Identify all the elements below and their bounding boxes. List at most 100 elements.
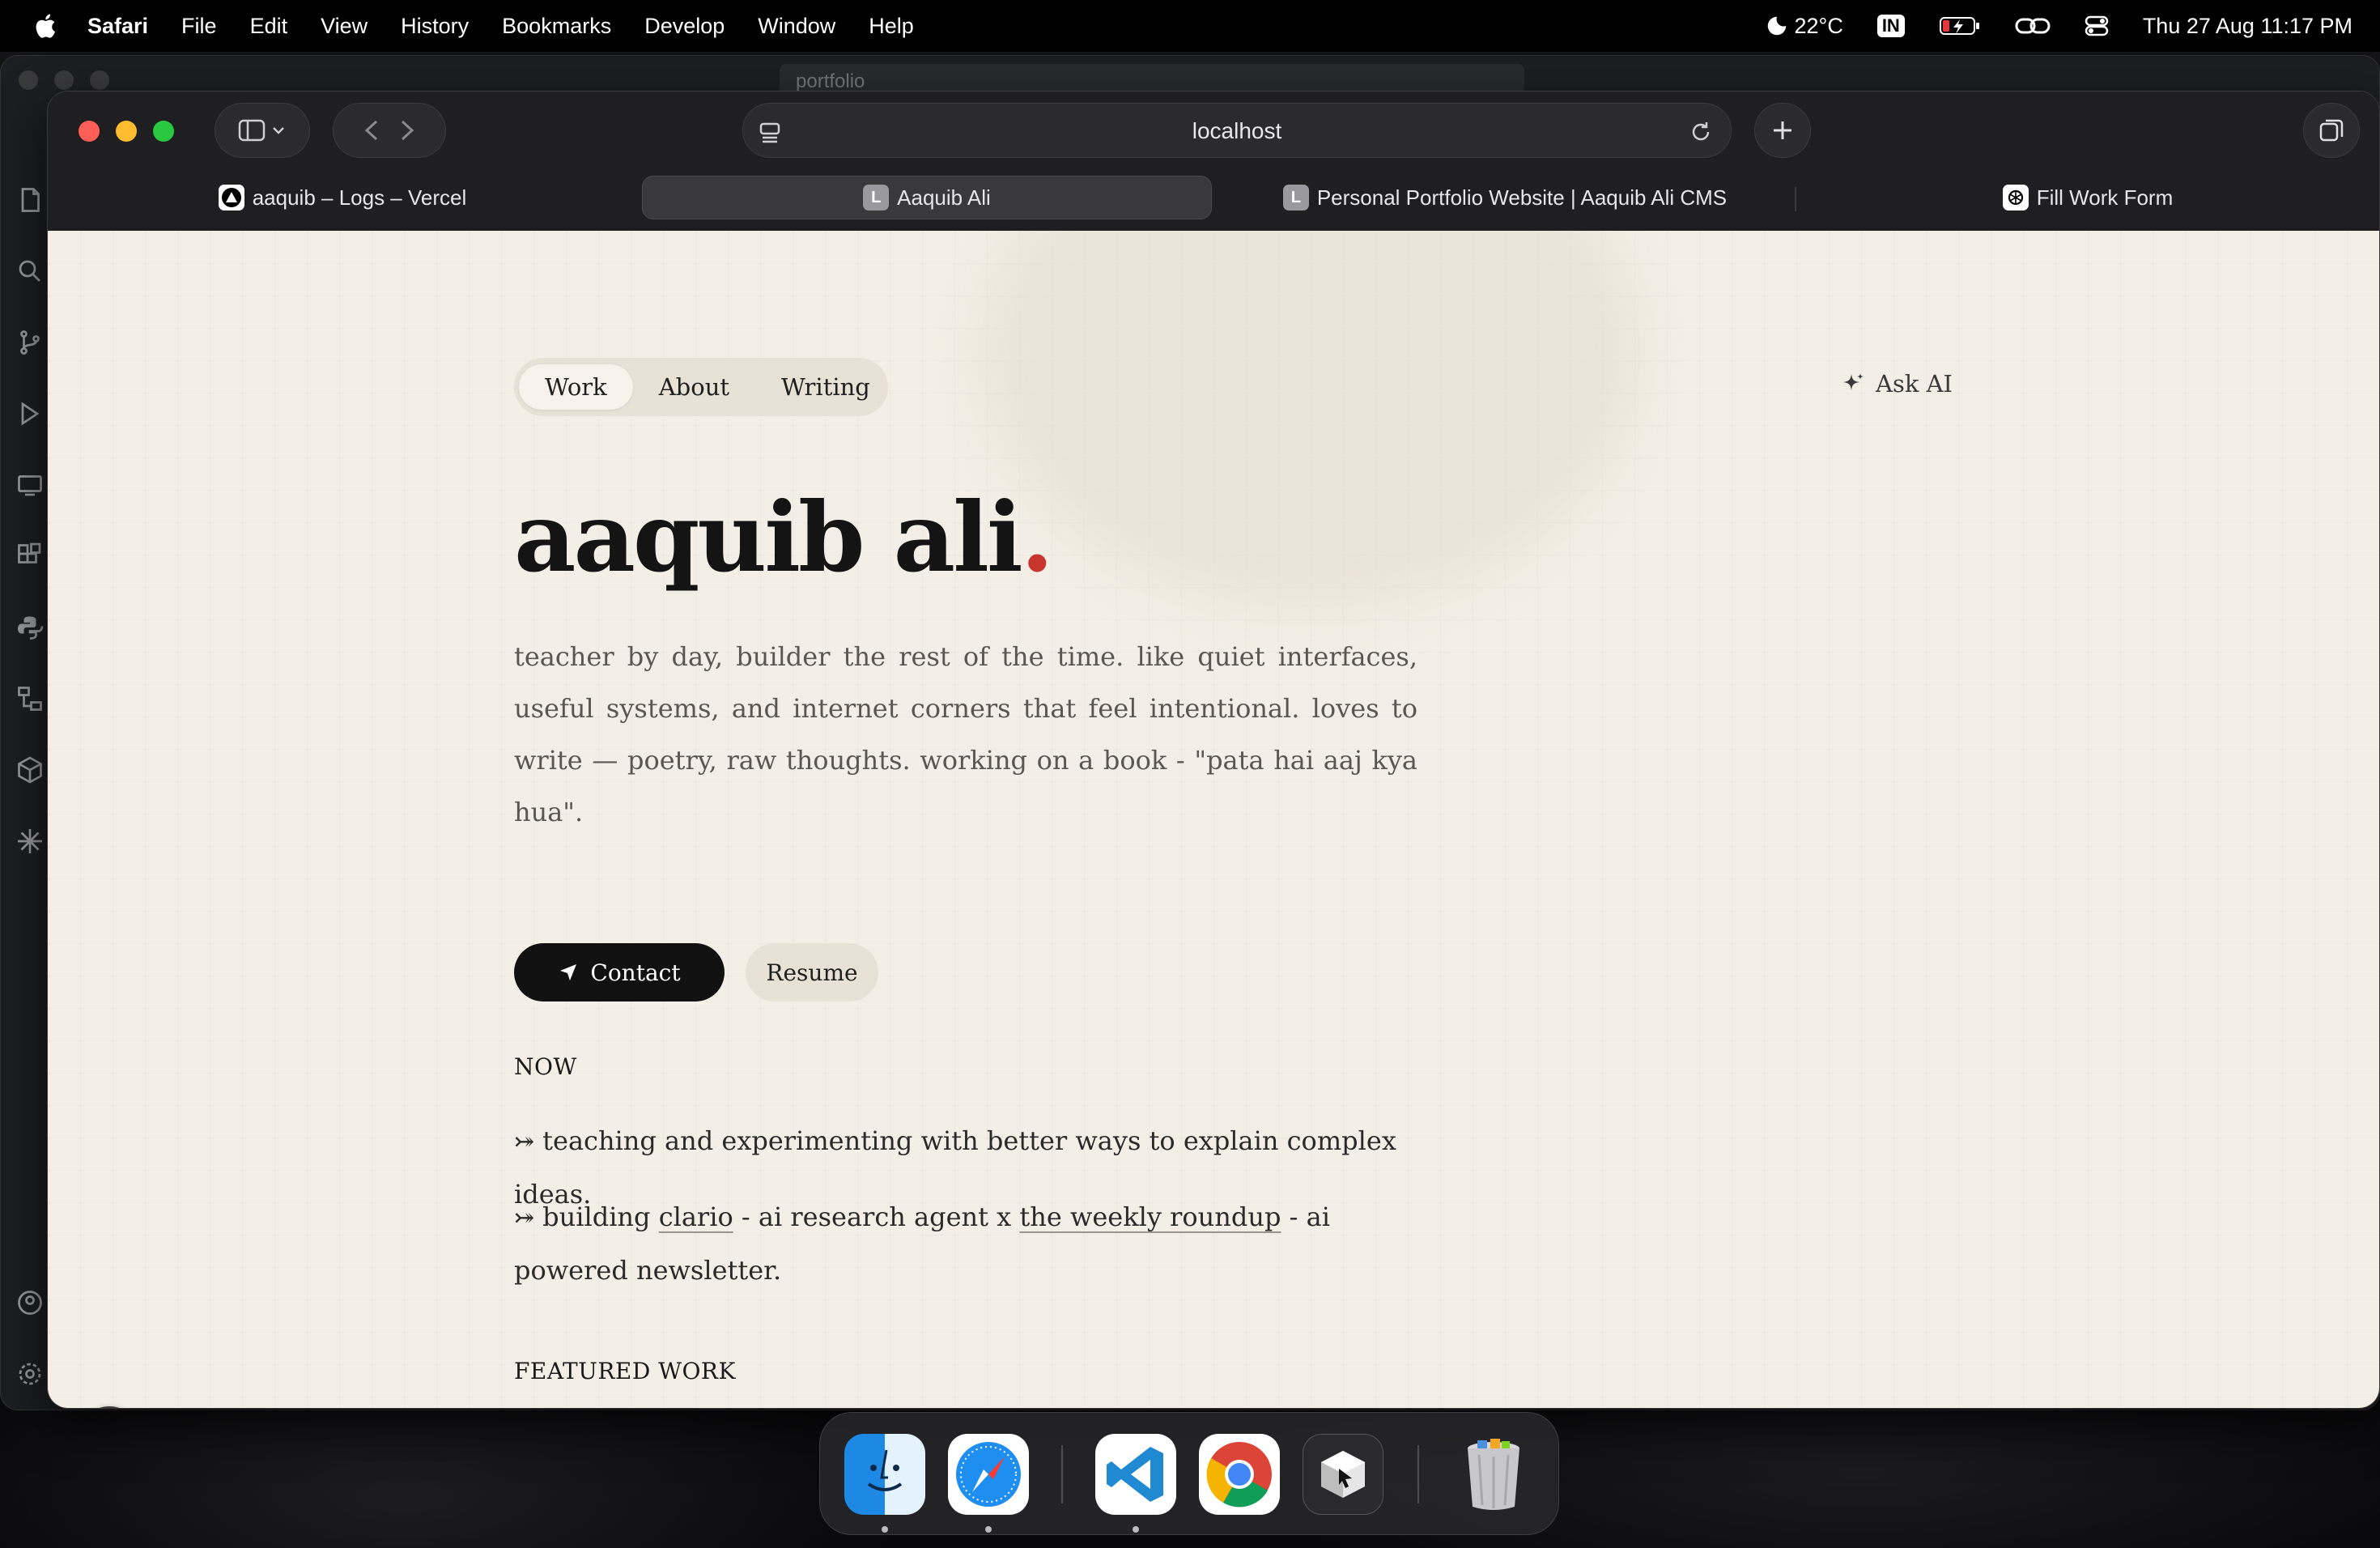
moon-cloud-icon [1768,16,1787,36]
tab-portfolio-cms[interactable]: L Personal Portfolio Website | Aaquib Al… [1222,176,1788,219]
history-nav-group [333,103,446,158]
sidebar-toggle-button[interactable] [215,103,310,158]
tab-label: Personal Portfolio Website | Aaquib Ali … [1316,185,1728,210]
sidebar-icon [238,119,284,142]
trash-icon[interactable] [1453,1434,1534,1515]
finder-icon[interactable] [844,1434,925,1515]
vscode-close-dot[interactable] [19,70,38,90]
sparkle-burst-icon[interactable] [15,827,45,856]
triple-arrow-icon: ⤖ [514,1204,535,1232]
ask-ai-button[interactable]: Ask AI [1840,370,1953,398]
menu-file[interactable]: File [181,14,217,39]
background-blob [979,231,1643,611]
running-indicator [985,1526,992,1533]
nav-work[interactable]: Work [519,364,633,410]
vscode-zoom-dot[interactable] [90,70,109,90]
sparkle-icon [1843,373,1864,390]
contact-label: Contact [590,959,681,986]
menu-view[interactable]: View [321,14,368,39]
search-icon[interactable] [15,257,45,286]
tab-label: Fill Work Form [2036,185,2174,210]
trash-can-icon [1468,1439,1519,1510]
menu-bookmarks[interactable]: Bookmarks [502,14,611,39]
menu-app-name[interactable]: Safari [87,14,148,39]
minimize-window-button[interactable] [116,121,137,142]
triple-arrow-icon: ⤖ [514,1128,535,1156]
menu-develop[interactable]: Develop [644,14,725,39]
tab-overview-icon [2319,119,2344,142]
now-item-text: - ai research agent x [733,1201,1020,1232]
account-icon[interactable] [15,1288,45,1317]
input-source-badge[interactable]: IN [1876,15,1905,37]
python-icon[interactable] [15,613,45,642]
cursor-cube-icon [1321,1451,1365,1498]
tab-vercel-logs[interactable]: aaquib – Logs – Vercel [56,176,629,219]
now-item-text: building [542,1201,659,1232]
nextjs-dev-indicator[interactable]: N [79,1406,140,1408]
menu-help[interactable]: Help [869,14,914,39]
dock-separator [1417,1445,1419,1503]
hero-name: aaquib ali [514,481,1023,593]
weather-temp: 22°C [1794,13,1843,38]
menubar-clock[interactable]: Thu 27 Aug 11:17 PM [2143,14,2352,39]
vscode-icon[interactable] [1095,1434,1176,1515]
menu-window[interactable]: Window [758,14,835,39]
debug-icon[interactable] [15,399,45,428]
cursor-icon[interactable] [1303,1434,1383,1515]
extensions-icon[interactable] [15,542,45,571]
page-title: aaquib ali. [514,490,1054,585]
tab-aaquib-ali[interactable]: L Aaquib Ali [642,176,1212,219]
source-control-icon[interactable] [15,328,45,357]
portfolio-page: Work About Writing Ask AI aaquib ali. te… [48,231,2379,1408]
chatgpt-icon [2002,185,2029,211]
nav-about[interactable]: About [633,364,755,410]
explorer-icon[interactable] [15,185,45,215]
menu-bar: Safari File Edit View History Bookmarks … [0,0,2380,52]
letter-l-favicon: L [1282,185,1309,211]
safari-icon[interactable] [948,1434,1029,1515]
zoom-window-button[interactable] [153,121,174,142]
remote-explorer-icon[interactable] [15,470,45,500]
weekly-roundup-link[interactable]: the weekly roundup [1019,1201,1281,1232]
tab-overview-button[interactable] [2303,103,2360,158]
menu-history[interactable]: History [401,14,469,39]
now-heading: NOW [514,1053,577,1080]
featured-work-heading: FEATURED WORK [514,1358,736,1384]
running-indicator [882,1526,888,1533]
site-nav: Work About Writing [514,358,888,416]
tab-fill-work-form[interactable]: Fill Work Form [1804,176,2371,219]
menu-edit[interactable]: Edit [250,14,288,39]
now-item: ⤖ building clario - ai research agent x t… [514,1191,1429,1296]
plus-icon [1774,121,1791,139]
weather-status[interactable]: 22°C [1765,13,1843,39]
battery-charging-icon[interactable] [1939,15,1981,37]
hero-accent-dot: . [1020,481,1054,593]
new-tab-button[interactable] [1754,103,1811,158]
nav-writing[interactable]: Writing [755,364,896,410]
tab-bar: aaquib – Logs – Vercel L Aaquib Ali L Pe… [48,169,2379,221]
close-window-button[interactable] [79,121,100,142]
url-text[interactable]: localhost [743,118,1731,144]
settings-gear-icon[interactable] [15,1359,45,1389]
vscode-minimize-dot[interactable] [54,70,74,90]
flow-icon[interactable] [15,684,45,713]
apple-icon[interactable] [32,12,57,40]
contact-button[interactable]: Contact [514,943,725,1002]
clario-link[interactable]: clario [659,1201,733,1232]
reload-icon[interactable] [1689,120,1713,144]
control-center-icon[interactable] [2085,14,2109,38]
link-icon[interactable] [2015,15,2051,37]
back-arrow-icon[interactable] [357,117,389,144]
compass-icon [956,1442,1021,1507]
address-bar[interactable]: localhost [742,103,1732,158]
chrome-icon[interactable] [1199,1434,1280,1515]
forward-arrow-icon[interactable] [389,117,422,144]
vscode-logo-icon [1107,1447,1163,1502]
resume-button[interactable]: Resume [746,943,878,1002]
send-arrow-icon [560,964,577,980]
running-indicator [1133,1526,1139,1533]
tab-label: aaquib – Logs – Vercel [252,185,467,210]
package-icon[interactable] [15,755,45,785]
chrome-logo-icon [1206,1442,1272,1508]
safari-window: localhost aaquib – Logs – Vercel L Aaqui [47,91,2380,1409]
